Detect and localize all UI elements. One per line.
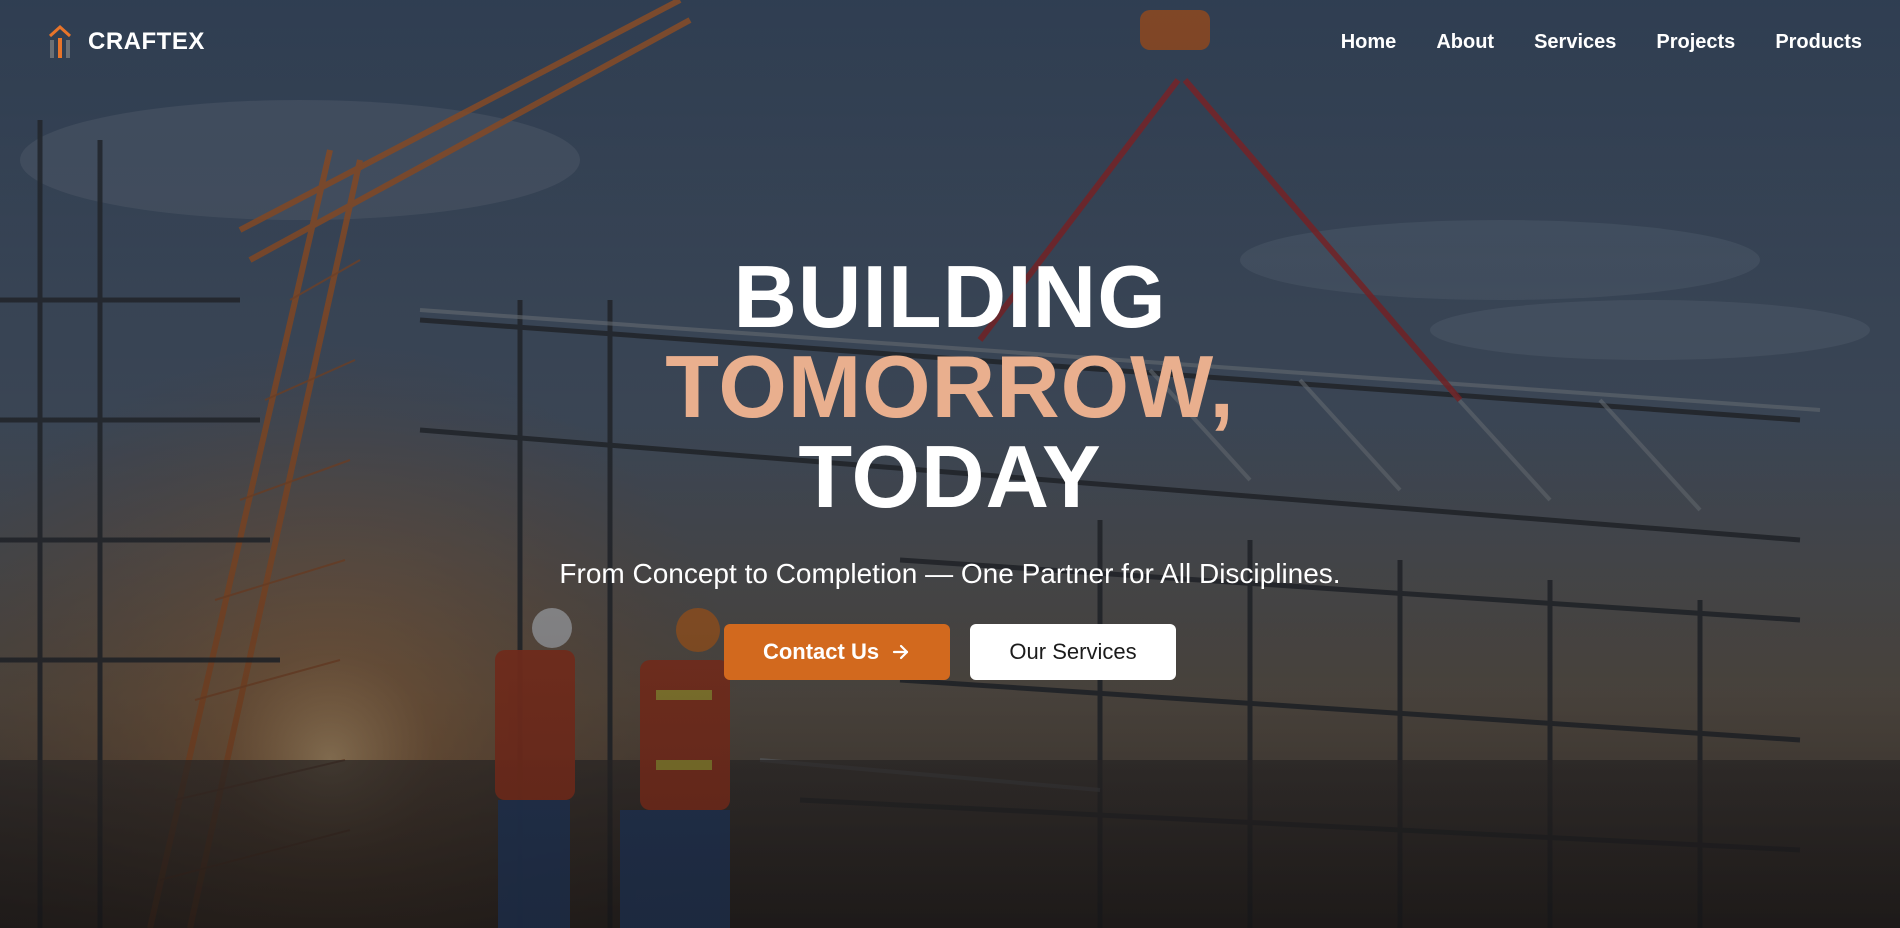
- hero-headline: BUILDING TOMORROW, TODAY: [0, 252, 1900, 522]
- hero-subtitle: From Concept to Completion — One Partner…: [559, 558, 1341, 589]
- nav-link-about[interactable]: About: [1436, 31, 1494, 54]
- top-navigation: CRAFTEX Home About Services Projects Pro…: [0, 0, 1900, 84]
- brand-logo-link[interactable]: CRAFTEX: [46, 24, 205, 60]
- headline-line-1: BUILDING: [733, 247, 1167, 346]
- arrow-right-icon: [892, 644, 909, 660]
- our-services-button[interactable]: Our Services: [970, 624, 1176, 680]
- nav-link-products[interactable]: Products: [1775, 31, 1862, 54]
- hero-content: BUILDING TOMORROW, TODAY From Concept to…: [0, 252, 1900, 680]
- hero-section: CRAFTEX Home About Services Projects Pro…: [0, 0, 1900, 928]
- contact-us-label: Contact Us: [762, 639, 880, 664]
- cta-buttons: Contact Us Our Services: [0, 624, 1900, 680]
- contact-us-button[interactable]: Contact Us: [724, 624, 950, 680]
- nav-link-services[interactable]: Services: [1534, 31, 1616, 54]
- building-columns-icon: [48, 24, 72, 58]
- headline-line-3: TODAY: [798, 427, 1102, 526]
- brand-name: CRAFTEX: [88, 28, 205, 55]
- nav-link-projects[interactable]: Projects: [1656, 31, 1735, 54]
- nav-links: Home About Services Projects Products: [1341, 31, 1862, 54]
- headline-line-2: TOMORROW,: [665, 337, 1235, 436]
- our-services-label: Our Services: [1009, 639, 1137, 664]
- nav-link-home[interactable]: Home: [1341, 31, 1397, 54]
